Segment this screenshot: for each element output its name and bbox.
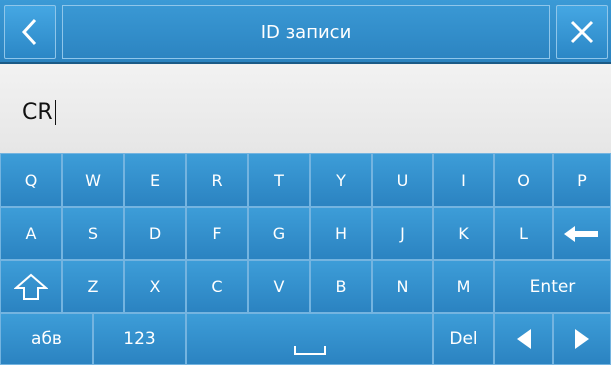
close-button[interactable] — [556, 5, 608, 59]
key-h[interactable]: H — [310, 207, 372, 260]
key-r[interactable]: R — [186, 153, 248, 207]
numbers-switch-key[interactable]: 123 — [93, 313, 186, 365]
shift-key[interactable] — [0, 260, 62, 313]
title-bar: ID записи — [0, 0, 611, 64]
key-u[interactable]: U — [372, 153, 433, 207]
key-k[interactable]: K — [433, 207, 494, 260]
key-o[interactable]: O — [494, 153, 553, 207]
key-q[interactable]: Q — [0, 153, 62, 207]
shift-icon — [14, 273, 48, 300]
key-b[interactable]: B — [310, 260, 372, 313]
key-i[interactable]: I — [433, 153, 494, 207]
triangle-right-icon — [575, 329, 589, 349]
keyboard-screen: ID записи CR Q W E R T Y U I O P A S D F… — [0, 0, 611, 365]
key-z[interactable]: Z — [62, 260, 124, 313]
key-f[interactable]: F — [186, 207, 248, 260]
backspace-key[interactable] — [553, 207, 611, 260]
key-n[interactable]: N — [372, 260, 433, 313]
backspace-arrow-icon — [564, 225, 598, 242]
enter-key[interactable]: Enter — [494, 260, 611, 313]
key-j[interactable]: J — [372, 207, 433, 260]
key-w[interactable]: W — [62, 153, 124, 207]
key-d[interactable]: D — [124, 207, 186, 260]
cursor-right-key[interactable] — [553, 313, 611, 365]
key-y[interactable]: Y — [310, 153, 372, 207]
cursor-left-key[interactable] — [494, 313, 553, 365]
key-e[interactable]: E — [124, 153, 186, 207]
key-m[interactable]: M — [433, 260, 494, 313]
input-value: CR — [22, 100, 53, 125]
space-icon — [293, 346, 326, 355]
text-caret — [54, 100, 57, 125]
triangle-left-icon — [516, 329, 531, 349]
key-t[interactable]: T — [248, 153, 310, 207]
delete-key[interactable]: Del — [433, 313, 494, 365]
input-value-container: CR — [22, 100, 57, 125]
key-v[interactable]: V — [248, 260, 310, 313]
key-p[interactable]: P — [553, 153, 611, 207]
key-s[interactable]: S — [62, 207, 124, 260]
alphabet-switch-key[interactable]: абв — [0, 313, 93, 365]
key-g[interactable]: G — [248, 207, 310, 260]
space-key[interactable] — [186, 313, 433, 365]
on-screen-keyboard: Q W E R T Y U I O P A S D F G H J K L Z … — [0, 153, 611, 365]
key-l[interactable]: L — [494, 207, 553, 260]
key-a[interactable]: A — [0, 207, 62, 260]
close-icon — [570, 20, 594, 44]
back-button[interactable] — [4, 5, 56, 59]
text-input-field[interactable]: CR — [0, 64, 611, 153]
chevron-left-icon — [21, 18, 37, 46]
key-x[interactable]: X — [124, 260, 186, 313]
page-title: ID записи — [62, 5, 550, 59]
key-c[interactable]: C — [186, 260, 248, 313]
